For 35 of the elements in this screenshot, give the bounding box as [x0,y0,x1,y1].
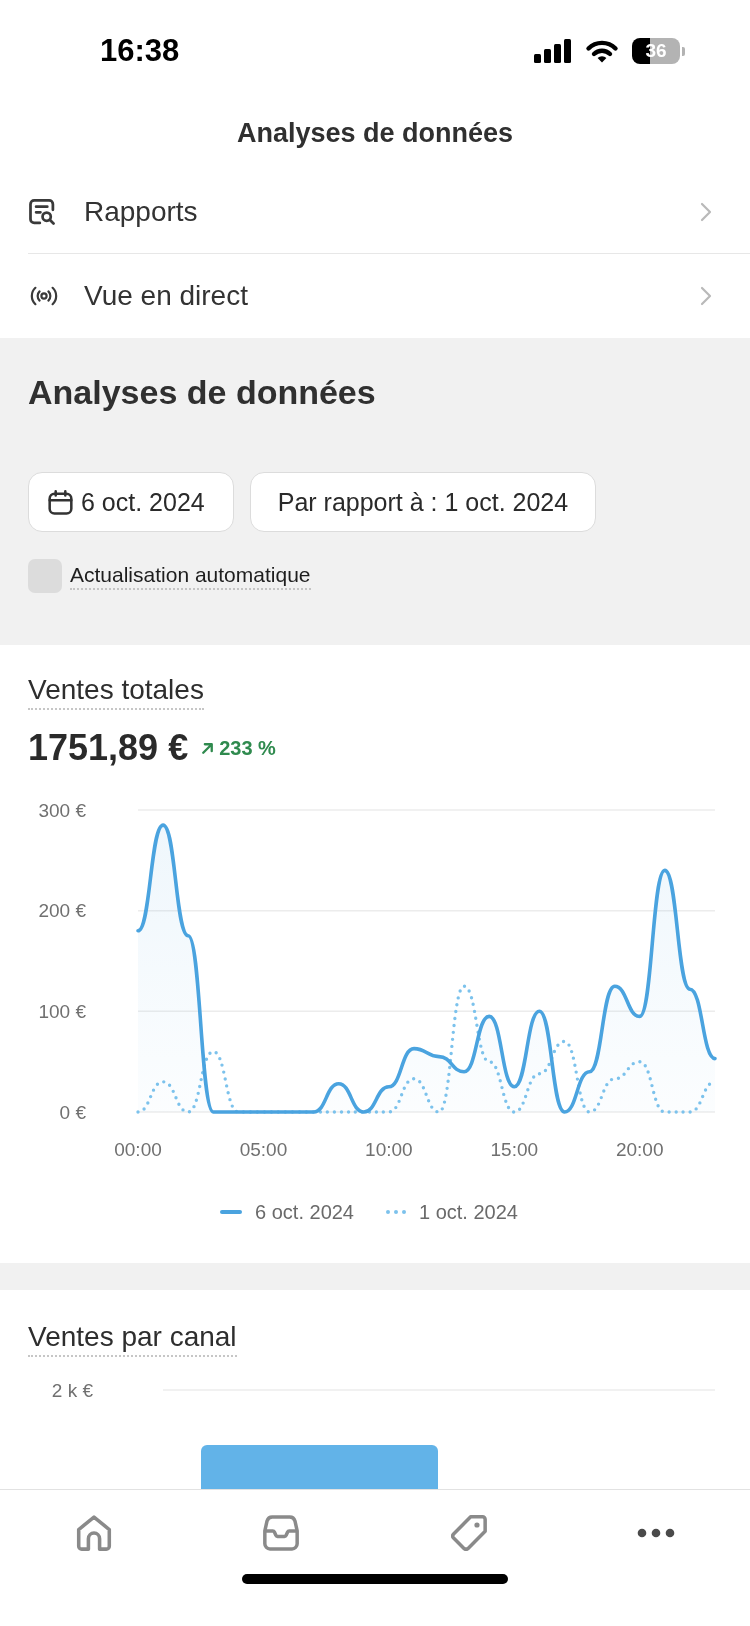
date-button[interactable]: 6 oct. 2024 [28,472,234,532]
compare-button[interactable]: Par rapport à : 1 oct. 2024 [249,472,597,532]
axis-label: 200 € [38,900,86,922]
inbox-tray-icon [263,1515,300,1551]
axis-label: 15:00 [490,1138,539,1160]
calendar-icon [48,489,73,515]
axis-label: 100 € [38,1000,86,1022]
axis-label: 20:00 [615,1138,664,1160]
signal-icon [534,39,572,63]
more-icon [637,1528,676,1538]
legend-label: 1 oct. 2024 [419,1200,518,1224]
legend-label: 6 oct. 2024 [255,1200,354,1224]
axis-label: 05:00 [239,1138,288,1160]
wifi-icon [585,39,619,63]
card-title: Ventes par canal [28,1322,237,1357]
change-percent: 233 % [219,736,276,760]
report-search-icon [29,198,55,225]
home-icon [75,1515,112,1551]
status-time: 16:38 [100,33,180,69]
chevron-right-icon [700,286,712,306]
chevron-right-icon [700,201,712,222]
menu-item[interactable]: Vue en direct [0,254,750,338]
axis-label: 00:00 [114,1138,162,1160]
page-title: Analyses de données [235,117,515,150]
card-title: Ventes totales [28,675,204,710]
axis-label: 0 € [59,1101,86,1123]
axis-label: 2 k € [51,1379,93,1401]
checkbox-label: Actualisation automatique [70,561,311,590]
axis-label: 10:00 [365,1138,413,1160]
section-heading: Analyses de données [28,373,377,411]
menu-item[interactable]: Rapports [0,170,750,253]
tag-icon [450,1515,487,1551]
broadcast-icon [28,286,60,306]
total-value: 1751,89 € [28,729,189,767]
axis-label: 300 € [38,799,86,821]
